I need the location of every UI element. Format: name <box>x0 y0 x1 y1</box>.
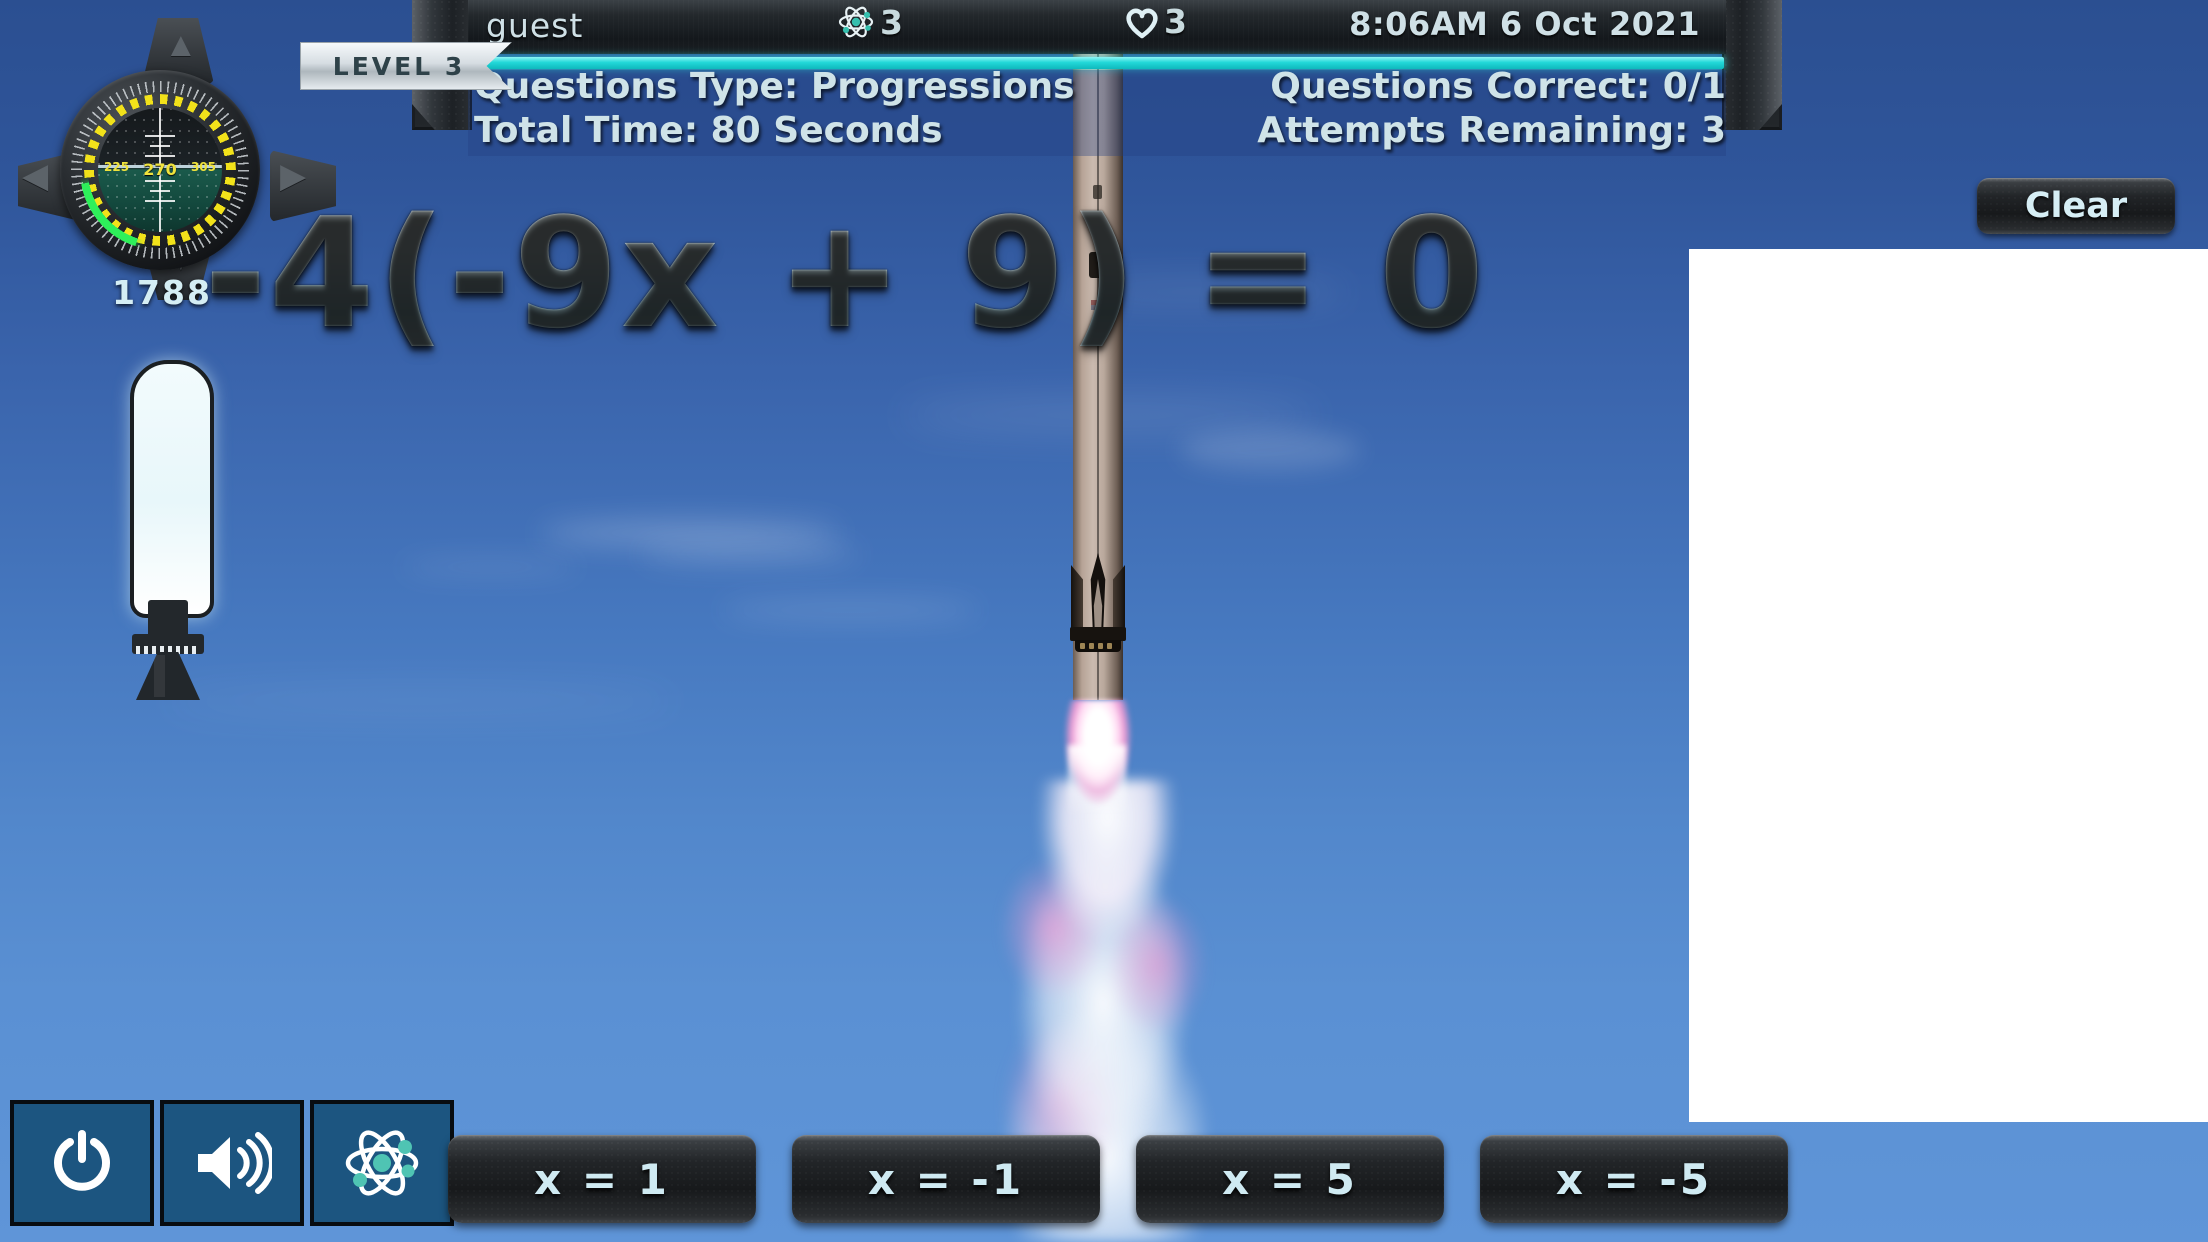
rocket-flag <box>1091 300 1105 310</box>
answer-label: x = -5 <box>1555 1154 1713 1204</box>
questions-type-label: Questions Type: Progressions <box>474 66 1075 107</box>
game-screen: -4(-9x + 9) = 0 guest <box>0 0 2208 1242</box>
answer-button-2[interactable]: x = -1 <box>792 1135 1100 1223</box>
chevron-right-icon: ▶ <box>280 157 307 195</box>
questions-correct-label: Questions Correct: 0/1 <box>1270 66 1726 107</box>
chevron-left-icon: ◀ <box>22 157 49 195</box>
answer-choices: x = 1 x = -1 x = 5 x = -5 <box>448 1135 1788 1223</box>
answer-label: x = 5 <box>1222 1154 1358 1204</box>
gauge-bezel: 225 270 305 <box>60 70 260 270</box>
atom-count-label: 3 <box>880 2 903 42</box>
level-badge-label: LEVEL 3 <box>332 51 466 81</box>
lives-count-label: 3 <box>1164 2 1187 41</box>
cloud <box>720 600 980 620</box>
heart-icon <box>1126 8 1158 38</box>
scratchpad-canvas[interactable] <box>1689 249 2208 1122</box>
username-label: guest <box>486 6 584 45</box>
answer-button-1[interactable]: x = 1 <box>448 1135 756 1223</box>
answer-label: x = -1 <box>867 1154 1025 1204</box>
rocket-marking <box>1093 185 1102 199</box>
fuel-tank-gauge <box>130 360 214 618</box>
rocket-fin-left <box>1071 565 1083 631</box>
power-button[interactable] <box>10 1100 154 1226</box>
attempts-remaining-label: Attempts Remaining: 3 <box>1257 110 1726 151</box>
chevron-up-icon: ▲ <box>164 26 198 64</box>
cloud <box>540 520 840 546</box>
atom-icon <box>838 6 874 38</box>
hud-panel: guest 3 3 8:06AM 6 Oct 2021 Questions Ty… <box>300 0 1782 156</box>
clock-label: 8:06AM 6 Oct 2021 <box>1349 5 1700 43</box>
atom-button[interactable] <box>310 1100 454 1226</box>
attitude-indicator: ▲ ▼ ◀ ▶ 225 270 305 1788 <box>12 18 336 312</box>
power-icon <box>54 1130 110 1191</box>
gauge-heading-right: 305 <box>190 160 216 175</box>
cloud <box>400 560 580 574</box>
atom-counter: 3 <box>836 2 903 42</box>
answer-label: x = 1 <box>534 1154 670 1204</box>
stats-panel: Questions Type: Progressions Questions C… <box>468 66 1726 151</box>
hud-right-bracket <box>1722 0 1782 130</box>
clear-button-label: Clear <box>2024 186 2128 226</box>
system-toolbar <box>10 1100 454 1226</box>
total-time-label: Total Time: 80 Seconds <box>474 110 943 151</box>
rocket-nozzles <box>1075 640 1121 652</box>
clear-button[interactable]: Clear <box>1977 178 2175 234</box>
rocket-fin-right <box>1113 565 1125 631</box>
rocket-hatch <box>1089 252 1106 278</box>
rocket-tail <box>1071 553 1125 635</box>
exhaust-plume-inner <box>1068 745 1126 817</box>
hud-statusbar: guest 3 3 8:06AM 6 Oct 2021 <box>468 0 1726 54</box>
rocket-base <box>1070 627 1126 641</box>
gauge-face: 225 270 305 <box>98 108 222 232</box>
gauge-altitude-readout: 1788 <box>112 273 212 312</box>
volume-icon <box>198 1132 272 1194</box>
cloud <box>640 545 860 563</box>
volume-button[interactable] <box>160 1100 304 1226</box>
lives-counter: 3 <box>1123 2 1187 41</box>
answer-button-4[interactable]: x = -5 <box>1480 1135 1788 1223</box>
cloud <box>160 690 680 712</box>
atom-icon <box>345 1130 419 1196</box>
cloud <box>1180 430 1360 470</box>
answer-button-3[interactable]: x = 5 <box>1136 1135 1444 1223</box>
